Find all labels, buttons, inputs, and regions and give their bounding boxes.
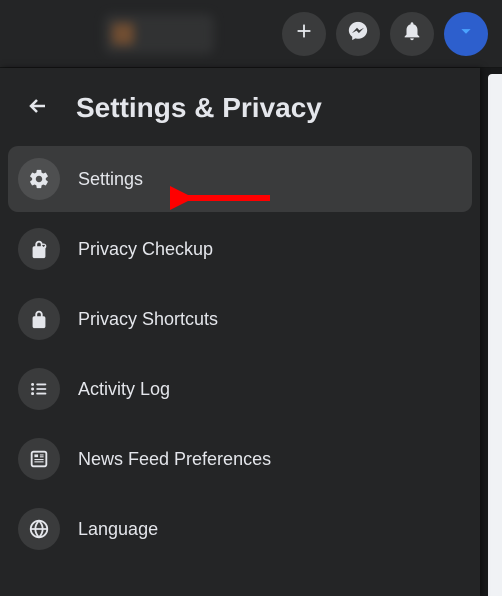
menu-item-label: Settings	[78, 169, 143, 190]
back-button[interactable]	[18, 88, 58, 128]
plus-icon	[293, 20, 315, 47]
menu-item-privacy-shortcuts[interactable]: Privacy Shortcuts	[8, 286, 472, 352]
messenger-button[interactable]	[336, 12, 380, 56]
menu-item-settings[interactable]: Settings	[8, 146, 472, 212]
topbar	[0, 0, 502, 68]
lock-heart-icon	[18, 228, 60, 270]
list-icon	[18, 368, 60, 410]
create-button[interactable]	[282, 12, 326, 56]
notifications-button[interactable]	[390, 12, 434, 56]
panel-header: Settings & Privacy	[8, 82, 472, 146]
menu-item-label: News Feed Preferences	[78, 449, 271, 470]
page-title: Settings & Privacy	[76, 92, 322, 124]
menu-item-label: Privacy Shortcuts	[78, 309, 218, 330]
profile-chip[interactable]	[104, 14, 214, 54]
content-behind	[488, 74, 502, 596]
caret-down-icon	[455, 20, 477, 47]
account-menu-button[interactable]	[444, 12, 488, 56]
feed-icon	[18, 438, 60, 480]
menu-item-label: Activity Log	[78, 379, 170, 400]
bell-icon	[401, 20, 423, 47]
menu-list: Settings Privacy Checkup Privacy Shortcu…	[8, 146, 472, 562]
menu-item-label: Language	[78, 519, 158, 540]
messenger-icon	[347, 20, 369, 47]
lock-icon	[18, 298, 60, 340]
settings-privacy-panel: Settings & Privacy Settings Privacy Chec…	[0, 68, 480, 596]
menu-item-activity-log[interactable]: Activity Log	[8, 356, 472, 422]
gear-icon	[18, 158, 60, 200]
menu-item-label: Privacy Checkup	[78, 239, 213, 260]
globe-icon	[18, 508, 60, 550]
menu-item-news-feed-preferences[interactable]: News Feed Preferences	[8, 426, 472, 492]
menu-item-privacy-checkup[interactable]: Privacy Checkup	[8, 216, 472, 282]
menu-item-language[interactable]: Language	[8, 496, 472, 562]
arrow-left-icon	[26, 94, 50, 123]
